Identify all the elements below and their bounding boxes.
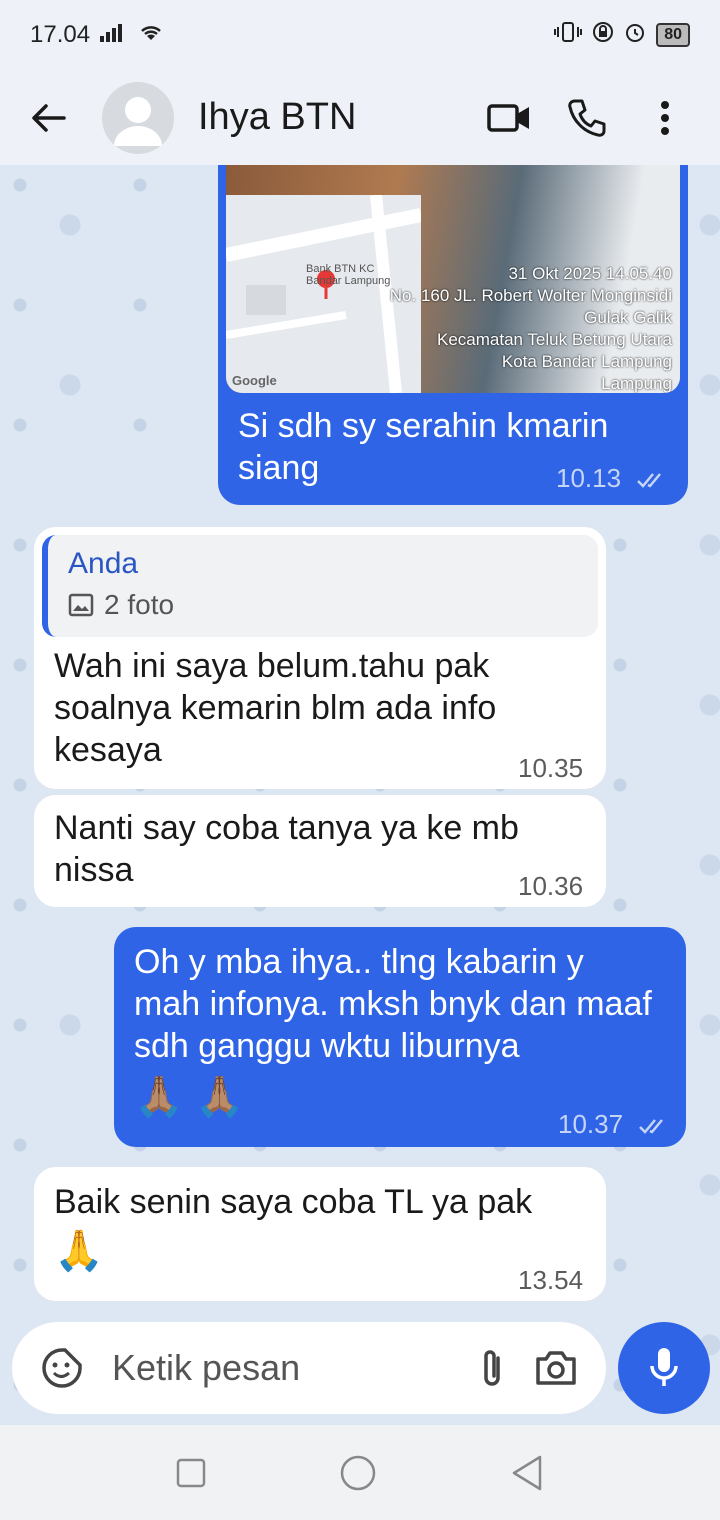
sticker-button[interactable] <box>30 1336 94 1400</box>
message-time: 10.35 <box>518 753 584 783</box>
voice-record-button[interactable] <box>618 1322 710 1414</box>
chat-area[interactable]: Bank BTN KC Bandar Lampung Google 31 Okt… <box>0 165 720 1425</box>
signal-icon <box>100 21 128 49</box>
voice-call-button[interactable] <box>552 83 622 153</box>
quoted-author: Anda <box>68 547 139 580</box>
message-input[interactable]: Ketik pesan <box>112 1347 460 1389</box>
map-label: Bank BTN KC Bandar Lampung <box>306 263 391 287</box>
message-meta: 10.13 <box>556 463 668 496</box>
message-text: Wah ini saya belum.tahu pak soalnya kema… <box>54 647 497 769</box>
lock-icon <box>592 21 614 50</box>
message-text: Baik senin saya coba TL ya pak <box>54 1183 533 1221</box>
message-meta: 10.37 <box>558 1109 670 1142</box>
image-attachment[interactable]: Bank BTN KC Bandar Lampung Google 31 Okt… <box>226 165 680 393</box>
message-text: Nanti say coba tanya ya ke mb nissa <box>54 809 519 889</box>
mic-icon <box>650 1348 678 1386</box>
quoted-content: 2 foto <box>68 589 578 621</box>
read-ticks-icon <box>636 465 668 496</box>
attach-button[interactable] <box>460 1336 524 1400</box>
geotag-address5: Lampung <box>601 374 672 393</box>
vibrate-icon <box>554 21 583 50</box>
more-vert-icon <box>661 100 669 135</box>
geotag-address1: No. 160 JL. Robert Wolter Monginsidi <box>389 286 672 305</box>
geotag-timestamp: 31 Okt 2025 14.05.40 <box>508 264 672 283</box>
alarm-icon <box>624 21 646 50</box>
video-call-icon <box>487 103 529 132</box>
geotag-address2: Gulak Galik <box>584 308 672 327</box>
back-arrow-icon <box>32 103 66 132</box>
sticker-icon <box>42 1348 82 1388</box>
message-emoji: 🙏 <box>54 1229 104 1273</box>
message-bubble[interactable]: Oh y mba ihya.. tlng kabarin y mah infon… <box>114 927 686 1147</box>
message-text: Oh y mba ihya.. tlng kabarin y mah infon… <box>134 943 652 1065</box>
message-time: 10.37 <box>558 1109 624 1139</box>
back-nav-button[interactable] <box>510 1454 544 1492</box>
quoted-text: 2 foto <box>104 589 175 620</box>
back-button[interactable] <box>20 90 76 146</box>
wifi-icon <box>138 21 164 49</box>
camera-icon <box>536 1351 576 1385</box>
camera-button[interactable] <box>524 1336 588 1400</box>
recents-button[interactable] <box>176 1458 206 1488</box>
read-ticks-icon <box>638 1111 670 1142</box>
video-call-button[interactable] <box>474 83 544 153</box>
system-navigation-bar <box>0 1425 720 1520</box>
home-button[interactable] <box>339 1454 377 1492</box>
image-icon <box>68 593 94 617</box>
status-time: 17.04 <box>30 21 91 48</box>
attach-icon <box>484 1350 500 1386</box>
message-time: 10.13 <box>556 463 622 493</box>
message-bubble[interactable]: Anda 2 foto Wah ini saya belum.tahu pak … <box>34 527 606 789</box>
more-options-button[interactable] <box>630 83 700 153</box>
geotag-address4: Kota Bandar Lampung <box>501 352 672 371</box>
contact-name[interactable]: Ihya BTN <box>198 96 466 139</box>
message-time: 10.36 <box>518 871 584 901</box>
message-composer: Ketik pesan <box>12 1322 606 1414</box>
geotag-overlay: 31 Okt 2025 14.05.40 No. 160 JL. Robert … <box>390 263 672 393</box>
avatar[interactable] <box>102 81 174 154</box>
status-bar: 17.04 80 <box>0 0 720 70</box>
quoted-message[interactable]: Anda 2 foto <box>42 535 598 637</box>
message-bubble[interactable]: Bank BTN KC Bandar Lampung Google 31 Okt… <box>218 165 688 505</box>
avatar-icon <box>114 96 162 146</box>
battery-indicator: 80 <box>656 23 690 47</box>
geotag-address3: Kecamatan Teluk Betung Utara <box>437 330 672 349</box>
message-bubble[interactable]: Nanti say coba tanya ya ke mb nissa 10.3… <box>34 795 606 907</box>
message-bubble[interactable]: Baik senin saya coba TL ya pak 🙏 13.54 <box>34 1167 606 1301</box>
message-time: 13.54 <box>518 1265 584 1295</box>
chat-header: Ihya BTN <box>0 70 720 165</box>
google-logo: Google <box>232 373 277 388</box>
message-emoji: 🙏🏽 🙏🏽 <box>134 1075 245 1119</box>
phone-icon <box>568 99 606 137</box>
